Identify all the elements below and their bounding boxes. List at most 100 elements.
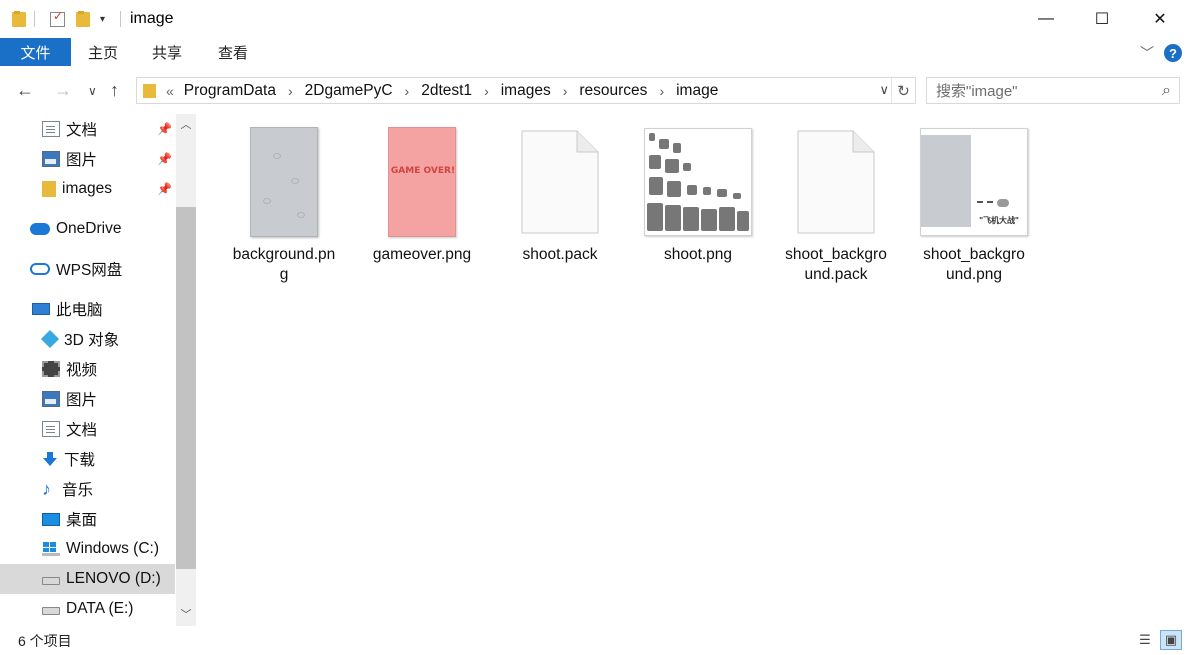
sidebar-item-label: 文档 (66, 422, 98, 439)
sidebar-item-drive-c[interactable]: Windows (C:) (0, 534, 175, 564)
file-item-shoot-background-pack[interactable]: shoot_backgro und.pack (775, 114, 897, 294)
file-name: shoot.png (663, 246, 733, 263)
sidebar-item-images[interactable]: images 📌 (0, 174, 175, 204)
file-item-shoot-pack[interactable]: shoot.pack (499, 114, 621, 294)
pin-icon: 📌 (157, 152, 172, 166)
scroll-down-icon[interactable]: ﹀ (176, 604, 196, 624)
file-name: shoot_backgro und.png (923, 246, 1025, 283)
file-item-shoot-background-png[interactable]: "飞机大战" shoot_backgro und.png (913, 114, 1035, 294)
pin-icon: 📌 (157, 122, 172, 136)
customize-toolbar-dropdown-icon[interactable]: ▾ (100, 10, 105, 28)
breadcrumb-2dtest1[interactable]: 2dtest1 (421, 82, 472, 100)
chevron-right-icon[interactable]: › (659, 83, 664, 99)
tab-share[interactable]: 共享 (152, 38, 182, 66)
file-item-gameover-png[interactable]: GAME OVER! gameover.png (361, 114, 483, 294)
details-view-icon[interactable]: ☰ (1134, 630, 1156, 650)
sidebar-item-music[interactable]: ♪ 音乐 (0, 474, 175, 504)
large-icons-view-icon[interactable]: ▣ (1160, 630, 1182, 650)
thumbnail-text: "飞机大战" (979, 216, 1019, 225)
file-name: gameover.png (372, 246, 472, 263)
tab-file[interactable]: 文件 (0, 38, 71, 66)
sidebar-item-documents-pinned[interactable]: 文档 📌 (0, 114, 175, 144)
generic-file-icon (521, 130, 599, 234)
search-input[interactable]: 搜索"image" ⌕ (926, 77, 1180, 104)
sidebar-item-3d-objects[interactable]: 3D 对象 (0, 324, 175, 354)
sidebar-scroll-thumb[interactable] (176, 207, 196, 569)
breadcrumb-programdata[interactable]: ProgramData (184, 82, 276, 100)
status-bar: 6 个项目 ☰ ▣ (0, 626, 1192, 655)
search-placeholder: 搜索"image" (936, 83, 1018, 100)
item-count: 6 个项目 (18, 633, 72, 649)
search-icon[interactable]: ⌕ (1162, 82, 1171, 100)
properties-icon[interactable]: ✓ (50, 9, 65, 28)
sidebar-item-label: LENOVO (D:) (66, 570, 161, 587)
maximize-button[interactable]: ☐ (1074, 0, 1130, 38)
help-icon[interactable]: ? (1164, 44, 1182, 62)
background-thumbnail (250, 127, 318, 237)
sidebar-item-label: 下载 (64, 452, 96, 469)
recent-locations-chevron-icon[interactable]: ∨ (88, 84, 97, 98)
generic-file-icon (797, 130, 875, 234)
up-arrow-icon[interactable]: ↑ (110, 80, 119, 101)
chevron-right-icon[interactable]: › (484, 83, 489, 99)
overflow-crumb-icon[interactable]: « (166, 83, 174, 99)
title-bar: ✓ ▾ image — ☐ ✕ (0, 0, 1192, 38)
sidebar-item-pictures[interactable]: 图片 (0, 384, 175, 414)
sidebar-item-label: WPS网盘 (56, 262, 123, 279)
sidebar-item-label: 音乐 (62, 482, 94, 499)
chevron-right-icon[interactable]: › (563, 83, 568, 99)
desktop-icon (42, 512, 60, 526)
sidebar-item-label: Windows (C:) (66, 540, 160, 557)
sidebar-item-documents[interactable]: 文档 (0, 414, 175, 444)
onedrive-icon (30, 223, 50, 235)
sidebar-item-label: 图片 (66, 152, 98, 169)
breadcrumb-images[interactable]: images (501, 82, 551, 100)
back-arrow-icon[interactable]: ← (16, 80, 34, 101)
window-title: image (130, 10, 174, 27)
shoot-background-thumbnail: "飞机大战" (920, 128, 1028, 236)
music-icon: ♪ (42, 479, 51, 499)
sidebar-item-wps-cloud[interactable]: WPS网盘 (0, 254, 175, 284)
sidebar-item-drive-d[interactable]: LENOVO (D:) (0, 564, 175, 594)
navigation-pane: 文档 📌 图片 📌 images 📌 OneDrive WPS网盘 此电脑 3D… (0, 114, 198, 626)
sidebar-item-downloads[interactable]: 下载 (0, 444, 175, 474)
breadcrumb-image[interactable]: image (676, 82, 718, 100)
breadcrumb-resources[interactable]: resources (579, 82, 647, 100)
new-folder-icon[interactable] (76, 10, 90, 28)
forward-arrow-icon[interactable]: → (54, 80, 72, 101)
sidebar-item-onedrive[interactable]: OneDrive (0, 214, 175, 244)
pin-icon: 📌 (157, 182, 172, 196)
sidebar-item-videos[interactable]: 视频 (0, 354, 175, 384)
address-dropdown-icon[interactable]: ∨ (879, 82, 889, 98)
sidebar-item-pictures-pinned[interactable]: 图片 📌 (0, 144, 175, 174)
sidebar-item-label: 桌面 (66, 512, 98, 529)
this-pc-icon (32, 303, 50, 315)
chevron-right-icon[interactable]: › (405, 83, 410, 99)
scroll-up-icon[interactable]: ︿ (176, 114, 196, 134)
chevron-right-icon[interactable]: › (288, 83, 293, 99)
sidebar-item-this-pc[interactable]: 此电脑 (0, 294, 175, 324)
tab-home[interactable]: 主页 (88, 38, 118, 66)
file-item-background-png[interactable]: background.pn g (223, 114, 345, 294)
tab-view[interactable]: 查看 (218, 38, 248, 66)
minimize-button[interactable]: — (1018, 0, 1074, 38)
breadcrumb-2dgamepyc[interactable]: 2DgamePyC (305, 82, 393, 100)
sidebar-item-label: 此电脑 (56, 302, 103, 319)
expand-ribbon-icon[interactable]: ﹀ (1140, 43, 1154, 63)
sidebar-item-label: 文档 (66, 122, 98, 139)
videos-icon (42, 361, 60, 377)
sidebar-item-label: images (62, 180, 112, 197)
navigation-bar: ← → ∨ ↑ « ProgramData › 2DgamePyC › 2dte… (0, 68, 1192, 114)
refresh-icon[interactable]: ↻ (891, 78, 915, 103)
drive-icon (42, 607, 60, 615)
sidebar-item-label: 视频 (66, 362, 98, 379)
file-item-shoot-png[interactable]: shoot.png (637, 114, 759, 294)
address-bar[interactable]: « ProgramData › 2DgamePyC › 2dtest1 › im… (136, 77, 916, 104)
windows-drive-icon (42, 541, 60, 557)
address-folder-icon (143, 83, 156, 98)
sidebar-item-desktop[interactable]: 桌面 (0, 504, 175, 534)
sidebar-item-drive-e[interactable]: DATA (E:) (0, 594, 175, 624)
sprite-sheet-thumbnail (644, 128, 752, 236)
close-button[interactable]: ✕ (1132, 0, 1188, 38)
wps-cloud-icon (30, 263, 50, 275)
